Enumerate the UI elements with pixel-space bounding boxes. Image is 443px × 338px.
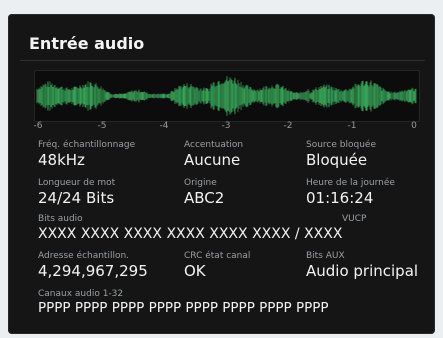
waveform-graphic [36,76,417,116]
word-length-value: 24/24 Bits [38,189,115,207]
title-divider [20,60,425,61]
origin-label: Origine [184,178,217,188]
sample-rate-value: 48kHz [38,151,85,169]
aux-bits-value: Audio principal [306,262,419,280]
sample-address-label: Adresse échantillon. [38,251,130,261]
audio-bits-value: XXXX XXXX XXXX XXXX XXXX XXXX / XXXX [38,226,343,242]
scale-tick-label: -1 [347,121,357,131]
aux-bits-label: Bits AUX [306,251,345,261]
audio-channels-label: Canaux audio 1-32 [38,289,124,299]
origin-value: ABC2 [184,189,225,207]
crc-channel-status-value: OK [184,262,206,280]
audio-bits-label: Bits audio [38,214,83,224]
scale-tick-label: -5 [97,121,107,131]
audio-input-panel [8,14,435,334]
word-length-label: Longueur de mot [38,178,116,188]
time-of-day-label: Heure de la journée [306,178,395,188]
vucp-label: VUCP [342,214,367,224]
emphasis-value: Aucune [184,151,241,169]
meter-scale: -6 -5 -4 -3 -2 -1 0 [34,121,418,131]
scale-tick-label: -4 [159,121,169,131]
scale-tick-label: -6 [33,121,43,131]
time-of-day-value: 01:16:24 [306,189,374,207]
source-locked-label: Source bloquée [306,140,376,150]
audio-waveform-meter [34,70,420,122]
audio-channels-value: PPPP PPPP PPPP PPPP PPPP PPPP PPPP PPPP [38,300,329,316]
sample-address-value: 4,294,967,295 [38,262,148,280]
panel-title: Entrée audio [29,34,145,53]
scale-tick-label: -3 [221,121,231,131]
sample-rate-label: Fréq. échantillonnage [38,140,136,150]
scale-tick-label: -2 [283,121,293,131]
scale-tick-label: 0 [411,121,417,131]
source-locked-value: Bloquée [306,151,368,169]
crc-channel-status-label: CRC état canal [184,251,251,261]
emphasis-label: Accentuation [184,140,244,150]
